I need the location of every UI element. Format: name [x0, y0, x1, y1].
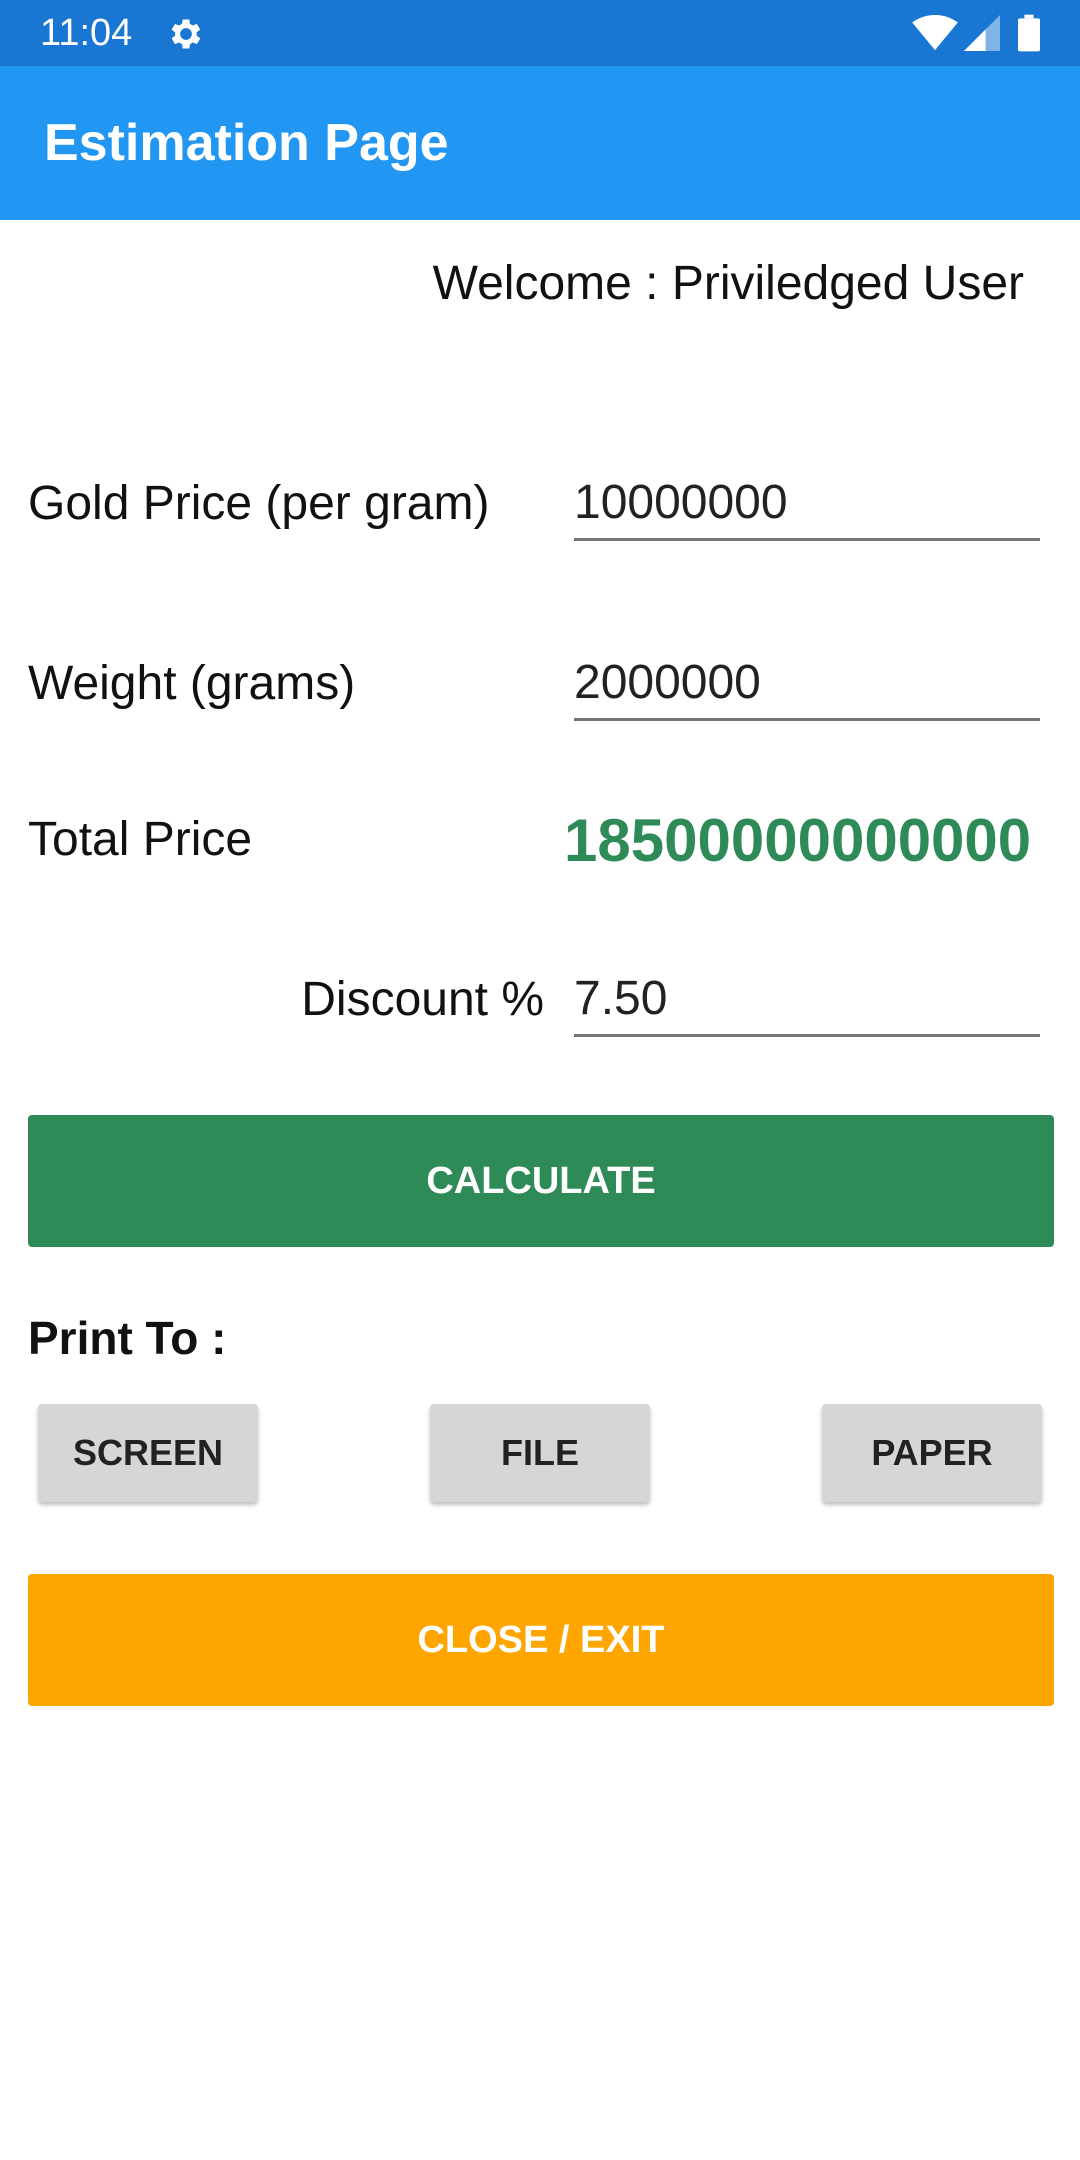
print-screen-button[interactable]: SCREEN [38, 1404, 258, 1502]
discount-input[interactable] [574, 962, 1040, 1037]
signal-icon [964, 15, 1000, 51]
wifi-icon [912, 14, 958, 51]
total-price-value: 18500000000000 [564, 807, 1032, 874]
gold-price-label: Gold Price (per gram) [28, 477, 490, 530]
print-to-label: Print To : [28, 1312, 227, 1364]
calculate-button[interactable]: CALCULATE [28, 1115, 1054, 1247]
total-price-label: Total Price [28, 813, 253, 866]
close-exit-button[interactable]: CLOSE / EXIT [28, 1574, 1054, 1706]
welcome-text: Welcome : Priviledged User [432, 257, 1024, 310]
page-title: Estimation Page [44, 114, 449, 172]
battery-icon [1018, 14, 1040, 52]
print-paper-button[interactable]: PAPER [822, 1404, 1042, 1502]
app-bar: Estimation Page [0, 66, 1080, 220]
print-file-button[interactable]: FILE [430, 1404, 650, 1502]
weight-label: Weight (grams) [28, 657, 356, 710]
status-time: 11:04 [40, 12, 133, 54]
status-bar: 11:04 [0, 0, 1080, 66]
estimation-screen: 11:04 Estimation Page Welcome : Priviled… [0, 0, 1080, 2160]
gold-price-input[interactable] [574, 466, 1040, 541]
gear-icon [171, 19, 201, 49]
weight-input[interactable] [574, 646, 1040, 721]
discount-label: Discount % [301, 973, 544, 1026]
